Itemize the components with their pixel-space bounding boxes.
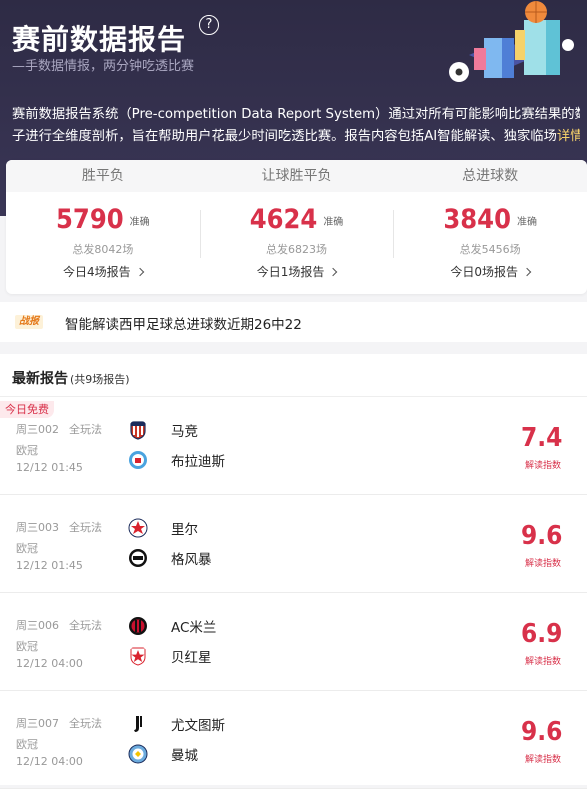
match-league: 欧冠	[16, 444, 38, 457]
match-meta: 周三002 全玩法	[16, 421, 102, 437]
home-team-name: AC米兰	[171, 620, 217, 636]
stat-column-total-goals: 3840 准确 总发5456场 今日0场报告	[393, 204, 587, 280]
reports-header: 最新报告 (共9场报告)	[0, 354, 587, 397]
hero-illustration-icon	[449, 1, 574, 82]
stat-total: 总发5456场	[459, 243, 521, 256]
match-code: 周三002	[16, 423, 59, 436]
stats-header-row: 胜平负 让球胜平负 总进球数	[6, 160, 587, 192]
away-team-name: 格风暴	[171, 552, 212, 568]
away-team: 贝红星	[128, 645, 212, 667]
page-subtitle: —手数据情报，两分钟吃透比赛	[12, 59, 195, 74]
sturm-graz-crest-icon	[129, 549, 147, 567]
match-meta: 周三003 全玩法	[16, 519, 102, 535]
reports-title: 最新报告	[12, 371, 68, 387]
match-code: 周三007	[16, 717, 59, 730]
stat-today-label: 今日4场报告	[63, 265, 131, 279]
match-row[interactable]: 周三006 全玩法 欧冠 12/12 04:00 AC米兰 贝红星 6.9 解读指…	[0, 593, 587, 691]
reports-section: 最新报告 (共9场报告) 今日免费 周三002 全玩法 欧冠 12/12 01:45…	[0, 354, 587, 789]
stat-unit: 准确	[516, 217, 537, 228]
match-league: 欧冠	[16, 640, 38, 653]
page-title: 赛前数据报告	[12, 23, 187, 56]
stat-accurate-count: 5790	[56, 204, 124, 235]
stat-accurate-count: 3840	[443, 204, 511, 235]
description-line: 子进行全维度剖析，旨在帮助用户花最少时间吃透比赛。报告内容包括AI智能解读、独家…	[12, 126, 580, 148]
away-team: 曼城	[128, 743, 198, 765]
match-time: 12/12 01:45	[16, 461, 83, 474]
match-code: 周三006	[16, 619, 59, 632]
away-team: 布拉迪斯	[128, 449, 225, 471]
away-team: 格风暴	[128, 547, 212, 569]
home-team: 尤文图斯	[128, 713, 225, 735]
stat-column-wdl: 5790 准确 总发8042场 今日4场报告	[6, 204, 200, 280]
description-line: 赛前数据报告系统（Pre-competition Data Report Sys…	[12, 107, 580, 122]
bratislava-crest-icon	[129, 451, 147, 469]
hero-description: 赛前数据报告系统（Pre-competition Data Report Sys…	[12, 104, 580, 148]
interpretation-score: 7.4	[521, 423, 563, 453]
match-row[interactable]: 今日免费 周三002 全玩法 欧冠 12/12 01:45 马竞 布拉迪斯 7.4…	[0, 397, 587, 495]
match-row[interactable]: 周三007 全玩法 欧冠 12/12 04:00 尤文图斯 曼城 9.6 解读指数	[0, 691, 587, 789]
stats-header-total-goals: 总进球数	[462, 168, 519, 184]
man-city-crest-icon	[128, 744, 148, 764]
score-label: 解读指数	[524, 755, 561, 765]
score-label: 解读指数	[524, 559, 561, 569]
stats-header-wdl: 胜平负	[81, 168, 124, 184]
chevron-right-icon	[522, 267, 532, 277]
stat-today-link[interactable]: 今日4场报告	[6, 263, 200, 280]
match-league: 欧冠	[16, 738, 38, 751]
atletico-crest-icon	[130, 421, 146, 440]
match-code: 周三003	[16, 521, 59, 534]
chevron-right-icon	[135, 267, 144, 277]
home-team: AC米兰	[128, 615, 216, 637]
match-play-type: 全玩法	[69, 717, 102, 730]
news-text[interactable]: 智能解读西甲足球总进球数近期26中22	[65, 313, 302, 333]
stat-total: 总发6823场	[266, 243, 327, 256]
match-play-type: 全玩法	[69, 521, 102, 534]
match-row[interactable]: 周三003 全玩法 欧冠 12/12 01:45 里尔 格风暴 9.6 解读指数	[0, 495, 587, 593]
home-team: 马竞	[128, 419, 198, 441]
match-play-type: 全玩法	[69, 619, 102, 632]
detail-link[interactable]: 详情>	[557, 129, 580, 144]
stat-column-handicap: 4624 准确 总发6823场 今日1场报告	[199, 204, 394, 280]
stat-today-label: 今日1场报告	[256, 265, 325, 279]
match-play-type: 全玩法	[69, 423, 102, 436]
home-team-name: 马竞	[171, 424, 198, 440]
stats-card: 胜平负 让球胜平负 总进球数 5790 准确 总发8042场 今日4场报告 462…	[6, 160, 587, 294]
away-team-name: 布拉迪斯	[171, 454, 225, 470]
news-ticker[interactable]: 战报 智能解读西甲足球总进球数近期26中22	[0, 302, 587, 342]
interpretation-score: 9.6	[521, 717, 563, 747]
score-label: 解读指数	[524, 657, 561, 667]
ac-milan-crest-icon	[129, 617, 147, 635]
juventus-crest-icon	[134, 716, 142, 732]
question-circle-icon[interactable]: ?	[199, 15, 219, 35]
home-team-name: 里尔	[171, 522, 198, 538]
away-team-name: 曼城	[171, 748, 198, 764]
match-time: 12/12 01:45	[16, 559, 83, 572]
stats-header-handicap: 让球胜平负	[261, 168, 332, 184]
home-team-name: 尤文图斯	[171, 718, 225, 734]
interpretation-score: 6.9	[521, 619, 563, 649]
stat-today-link[interactable]: 今日0场报告	[393, 263, 587, 280]
reports-count: (共9场报告)	[70, 373, 130, 386]
description-text: 子进行全维度剖析，旨在帮助用户花最少时间吃透比赛。报告内容包括AI智能解读、独家…	[12, 129, 557, 144]
match-time: 12/12 04:00	[16, 755, 83, 768]
match-time: 12/12 04:00	[16, 657, 83, 670]
chevron-right-icon	[329, 267, 338, 277]
stat-unit: 准确	[129, 217, 150, 228]
news-badge: 战报	[15, 315, 43, 329]
stat-total: 总发8042场	[72, 243, 134, 256]
stat-accurate-count: 4624	[249, 204, 318, 235]
match-meta: 周三006 全玩法	[16, 617, 102, 633]
red-star-crest-icon	[130, 647, 146, 666]
match-league: 欧冠	[16, 542, 38, 555]
match-meta: 周三007 全玩法	[16, 715, 102, 731]
stat-today-link[interactable]: 今日1场报告	[200, 263, 394, 280]
lille-crest-icon	[128, 518, 148, 538]
interpretation-score: 9.6	[521, 521, 563, 551]
score-label: 解读指数	[524, 461, 561, 471]
stat-unit: 准确	[323, 217, 344, 228]
stat-today-label: 今日0场报告	[450, 265, 518, 279]
free-today-badge: 今日免费	[0, 401, 54, 418]
home-team: 里尔	[128, 517, 198, 539]
away-team-name: 贝红星	[171, 650, 212, 666]
